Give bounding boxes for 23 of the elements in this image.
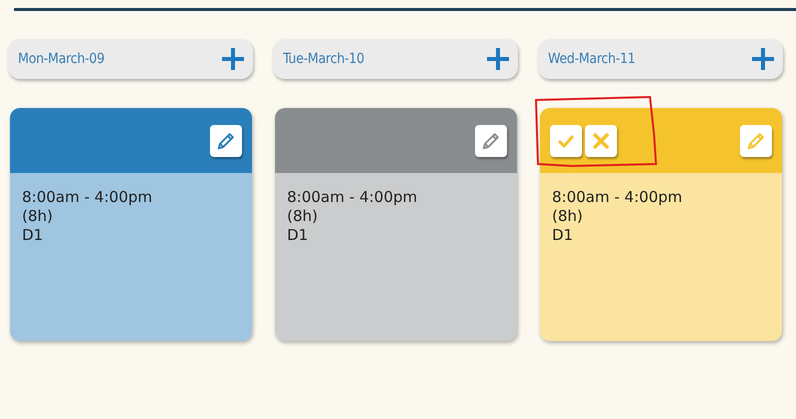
shift-card[interactable]: 8:00am - 4:00pm (8h) D1 xyxy=(275,108,517,341)
day-label: Mon-March-09 xyxy=(18,51,104,67)
add-button[interactable] xyxy=(221,47,245,71)
shift-hours: (8h) xyxy=(22,207,53,226)
plus-icon xyxy=(486,47,510,71)
shift-time: 8:00am - 4:00pm xyxy=(287,188,418,207)
day-label: Wed-March-11 xyxy=(548,51,636,67)
shift-time: 8:00am - 4:00pm xyxy=(22,188,152,207)
plus-icon xyxy=(751,47,775,71)
shift-code: D1 xyxy=(552,226,574,245)
close-icon xyxy=(591,130,611,150)
shift-code: D1 xyxy=(287,226,308,245)
shift-hours: (8h) xyxy=(552,207,583,226)
add-button[interactable] xyxy=(486,47,510,71)
shift-code: D1 xyxy=(22,226,44,245)
shift-card[interactable]: 8:00am - 4:00pm (8h) D1 xyxy=(10,108,252,341)
plus-icon xyxy=(221,47,245,71)
shift-hours: (8h) xyxy=(287,207,318,226)
edit-button[interactable] xyxy=(210,124,242,156)
shift-time: 8:00am - 4:00pm xyxy=(552,188,682,207)
day-label: Tue-March-10 xyxy=(283,51,364,67)
add-button[interactable] xyxy=(751,47,775,71)
edit-button[interactable] xyxy=(475,124,507,156)
